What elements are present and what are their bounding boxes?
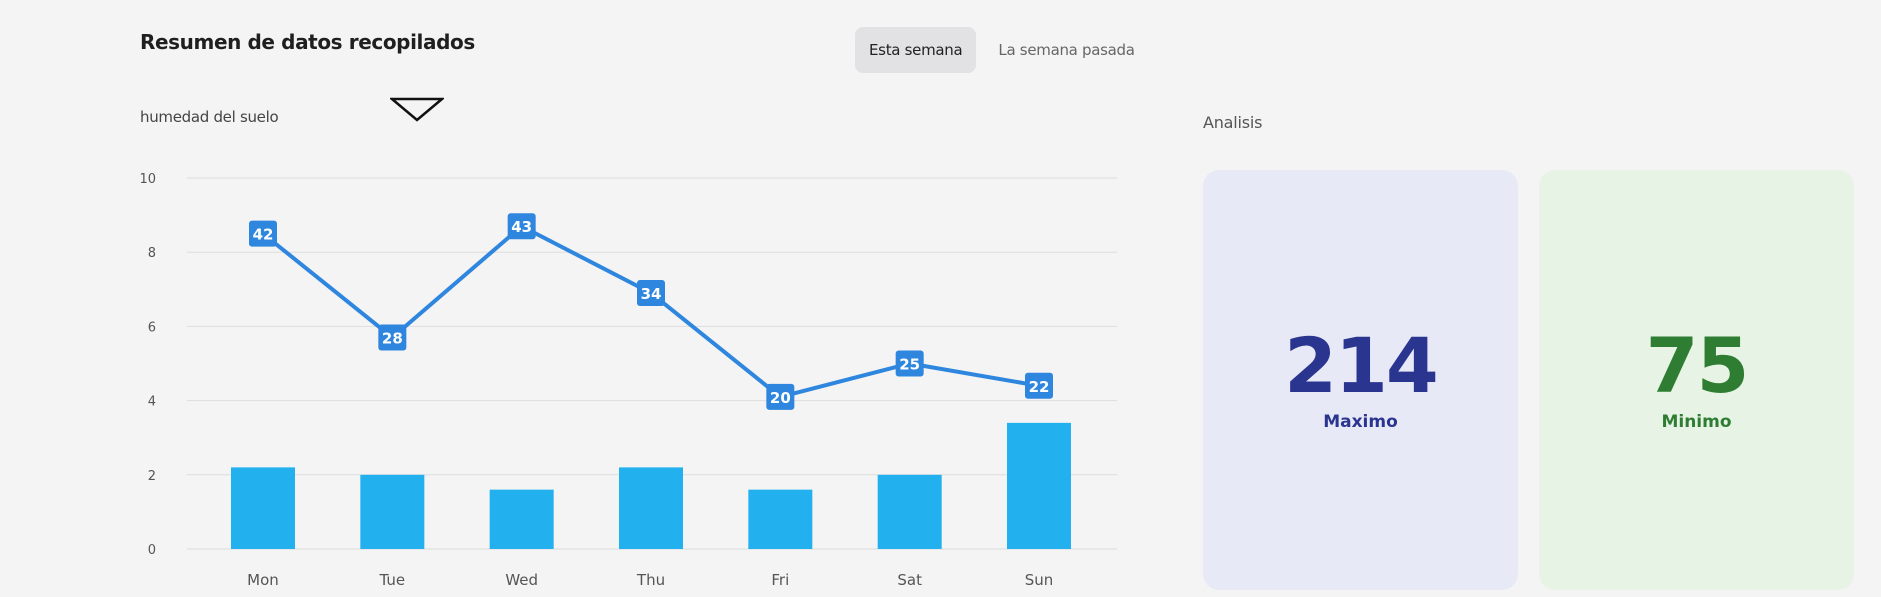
x-tick-label: Fri	[771, 571, 789, 589]
max-caption: Maximo	[1323, 412, 1398, 432]
data-label: 43	[511, 218, 532, 236]
data-label: 28	[382, 330, 403, 348]
soil-moisture-chart: 0 2 4 6 8 10 Mon Tue Wed Thu Fri Sat Sun 42 28 43 34 20 25…	[139, 172, 1117, 589]
data-label: 22	[1029, 378, 1050, 396]
y-tick-label: 2	[148, 469, 156, 484]
x-tick-label: Sun	[1025, 571, 1054, 589]
bar-tue	[360, 474, 425, 549]
page: Resumen de datos recopilados Esta semana…	[0, 0, 1881, 597]
max-stat-card: 214 Maximo	[1203, 170, 1518, 590]
y-tick-label: 10	[139, 172, 156, 187]
bar-sun	[1007, 422, 1071, 549]
min-stat-card: 75 Minimo	[1539, 170, 1854, 590]
analysis-label: Analisis	[1203, 113, 1263, 132]
x-tick-label: Tue	[379, 571, 406, 589]
bar-thu	[619, 467, 683, 549]
data-label: 34	[641, 285, 662, 303]
bar-mon	[231, 467, 295, 549]
x-tick-label: Wed	[505, 571, 538, 589]
x-tick-label: Mon	[247, 571, 279, 589]
x-tick-label: Thu	[636, 571, 665, 589]
y-tick-label: 6	[148, 320, 156, 335]
bar-wed	[489, 489, 554, 549]
min-value: 75	[1645, 321, 1750, 410]
max-value: 214	[1284, 321, 1439, 410]
data-label: 42	[253, 226, 274, 244]
data-label: 20	[770, 389, 791, 407]
bar-fri	[748, 489, 813, 549]
x-tick-label: Sat	[897, 571, 922, 589]
y-tick-label: 0	[148, 543, 156, 558]
y-tick-label: 4	[148, 395, 156, 410]
min-caption: Minimo	[1661, 412, 1732, 432]
data-label: 25	[899, 356, 920, 374]
bar-sat	[877, 474, 942, 549]
y-tick-label: 8	[148, 246, 156, 261]
